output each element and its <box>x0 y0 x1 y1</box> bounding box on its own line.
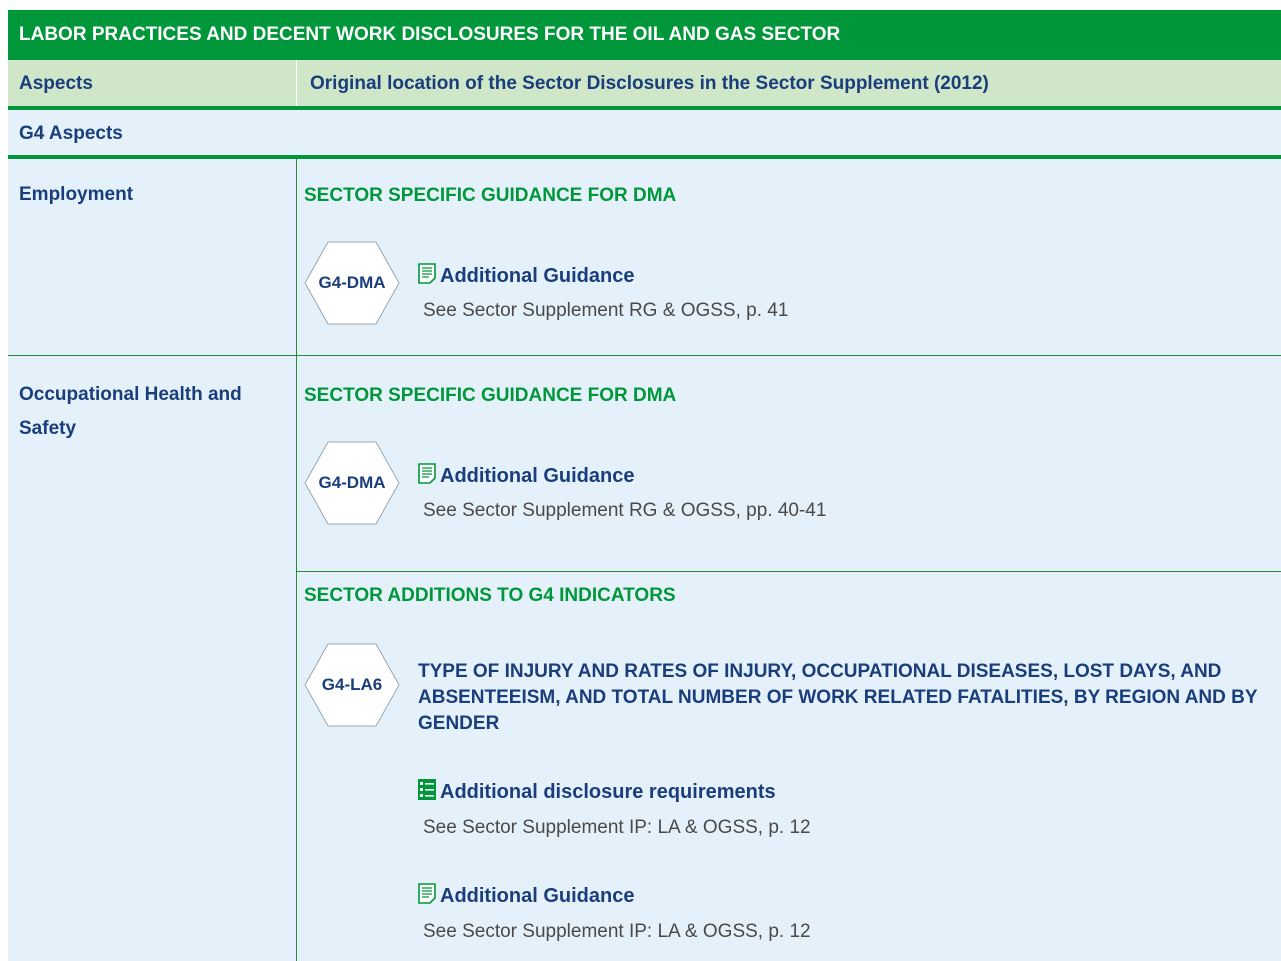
hexagon-g4-dma-2: G4-DMA <box>304 441 400 525</box>
column-divider <box>296 159 297 961</box>
aspect-employment: Employment <box>19 184 134 205</box>
disclosures-table: LABOR PRACTICES AND DECENT WORK DISCLOSU… <box>8 10 1281 961</box>
section-head-dma-2: SECTOR SPECIFIC GUIDANCE FOR DMA <box>304 385 677 406</box>
list-icon <box>418 779 436 806</box>
hexagon-label: G4-DMA <box>318 473 386 492</box>
indicator-title: TYPE OF INJURY AND RATES OF INJURY, OCCU… <box>418 661 1258 734</box>
row-divider <box>8 355 1281 356</box>
hexagon-label: G4-DMA <box>318 273 386 292</box>
item-text: See Sector Supplement IP: LA & OGSS, p. … <box>423 921 811 942</box>
section-divider <box>297 571 1281 572</box>
item-text: See Sector Supplement RG & OGSS, p. 41 <box>423 300 789 321</box>
table-body: Employment SECTOR SPECIFIC GUIDANCE FOR … <box>8 159 1281 961</box>
item-title: Additional Guidance <box>440 265 635 287</box>
section-head-additions: SECTOR ADDITIONS TO G4 INDICATORS <box>304 585 676 606</box>
item-title: Additional Guidance <box>440 465 635 487</box>
section-head-dma-1: SECTOR SPECIFIC GUIDANCE FOR DMA <box>304 185 677 206</box>
item-heading: Additional Guidance <box>418 883 634 910</box>
hexagon-g4-dma-1: G4-DMA <box>304 241 400 325</box>
hexagon-label: G4-LA6 <box>321 675 383 694</box>
hexagon-g4-la6: G4-LA6 <box>304 643 400 727</box>
item-text: See Sector Supplement RG & OGSS, pp. 40-… <box>423 500 827 521</box>
aspect-occupational-health: Occupational Health and Safety <box>19 384 242 439</box>
header-divider <box>296 60 297 106</box>
item-title: Additional disclosure requirements <box>440 781 776 803</box>
item-text: See Sector Supplement IP: LA & OGSS, p. … <box>423 817 811 838</box>
header-aspects: Aspects <box>19 73 93 94</box>
document-icon <box>418 883 436 910</box>
table-title: LABOR PRACTICES AND DECENT WORK DISCLOSU… <box>8 10 1281 60</box>
header-original-location: Original location of the Sector Disclosu… <box>310 73 989 94</box>
header-row: Aspects Original location of the Sector … <box>8 60 1281 110</box>
g4-aspects-row: G4 Aspects <box>8 110 1281 159</box>
item-heading: Additional Guidance <box>418 463 634 490</box>
item-title: Additional Guidance <box>440 885 635 907</box>
document-icon <box>418 463 436 490</box>
item-heading: Additional disclosure requirements <box>418 779 776 806</box>
document-icon <box>418 263 436 290</box>
item-heading: Additional Guidance <box>418 263 634 290</box>
